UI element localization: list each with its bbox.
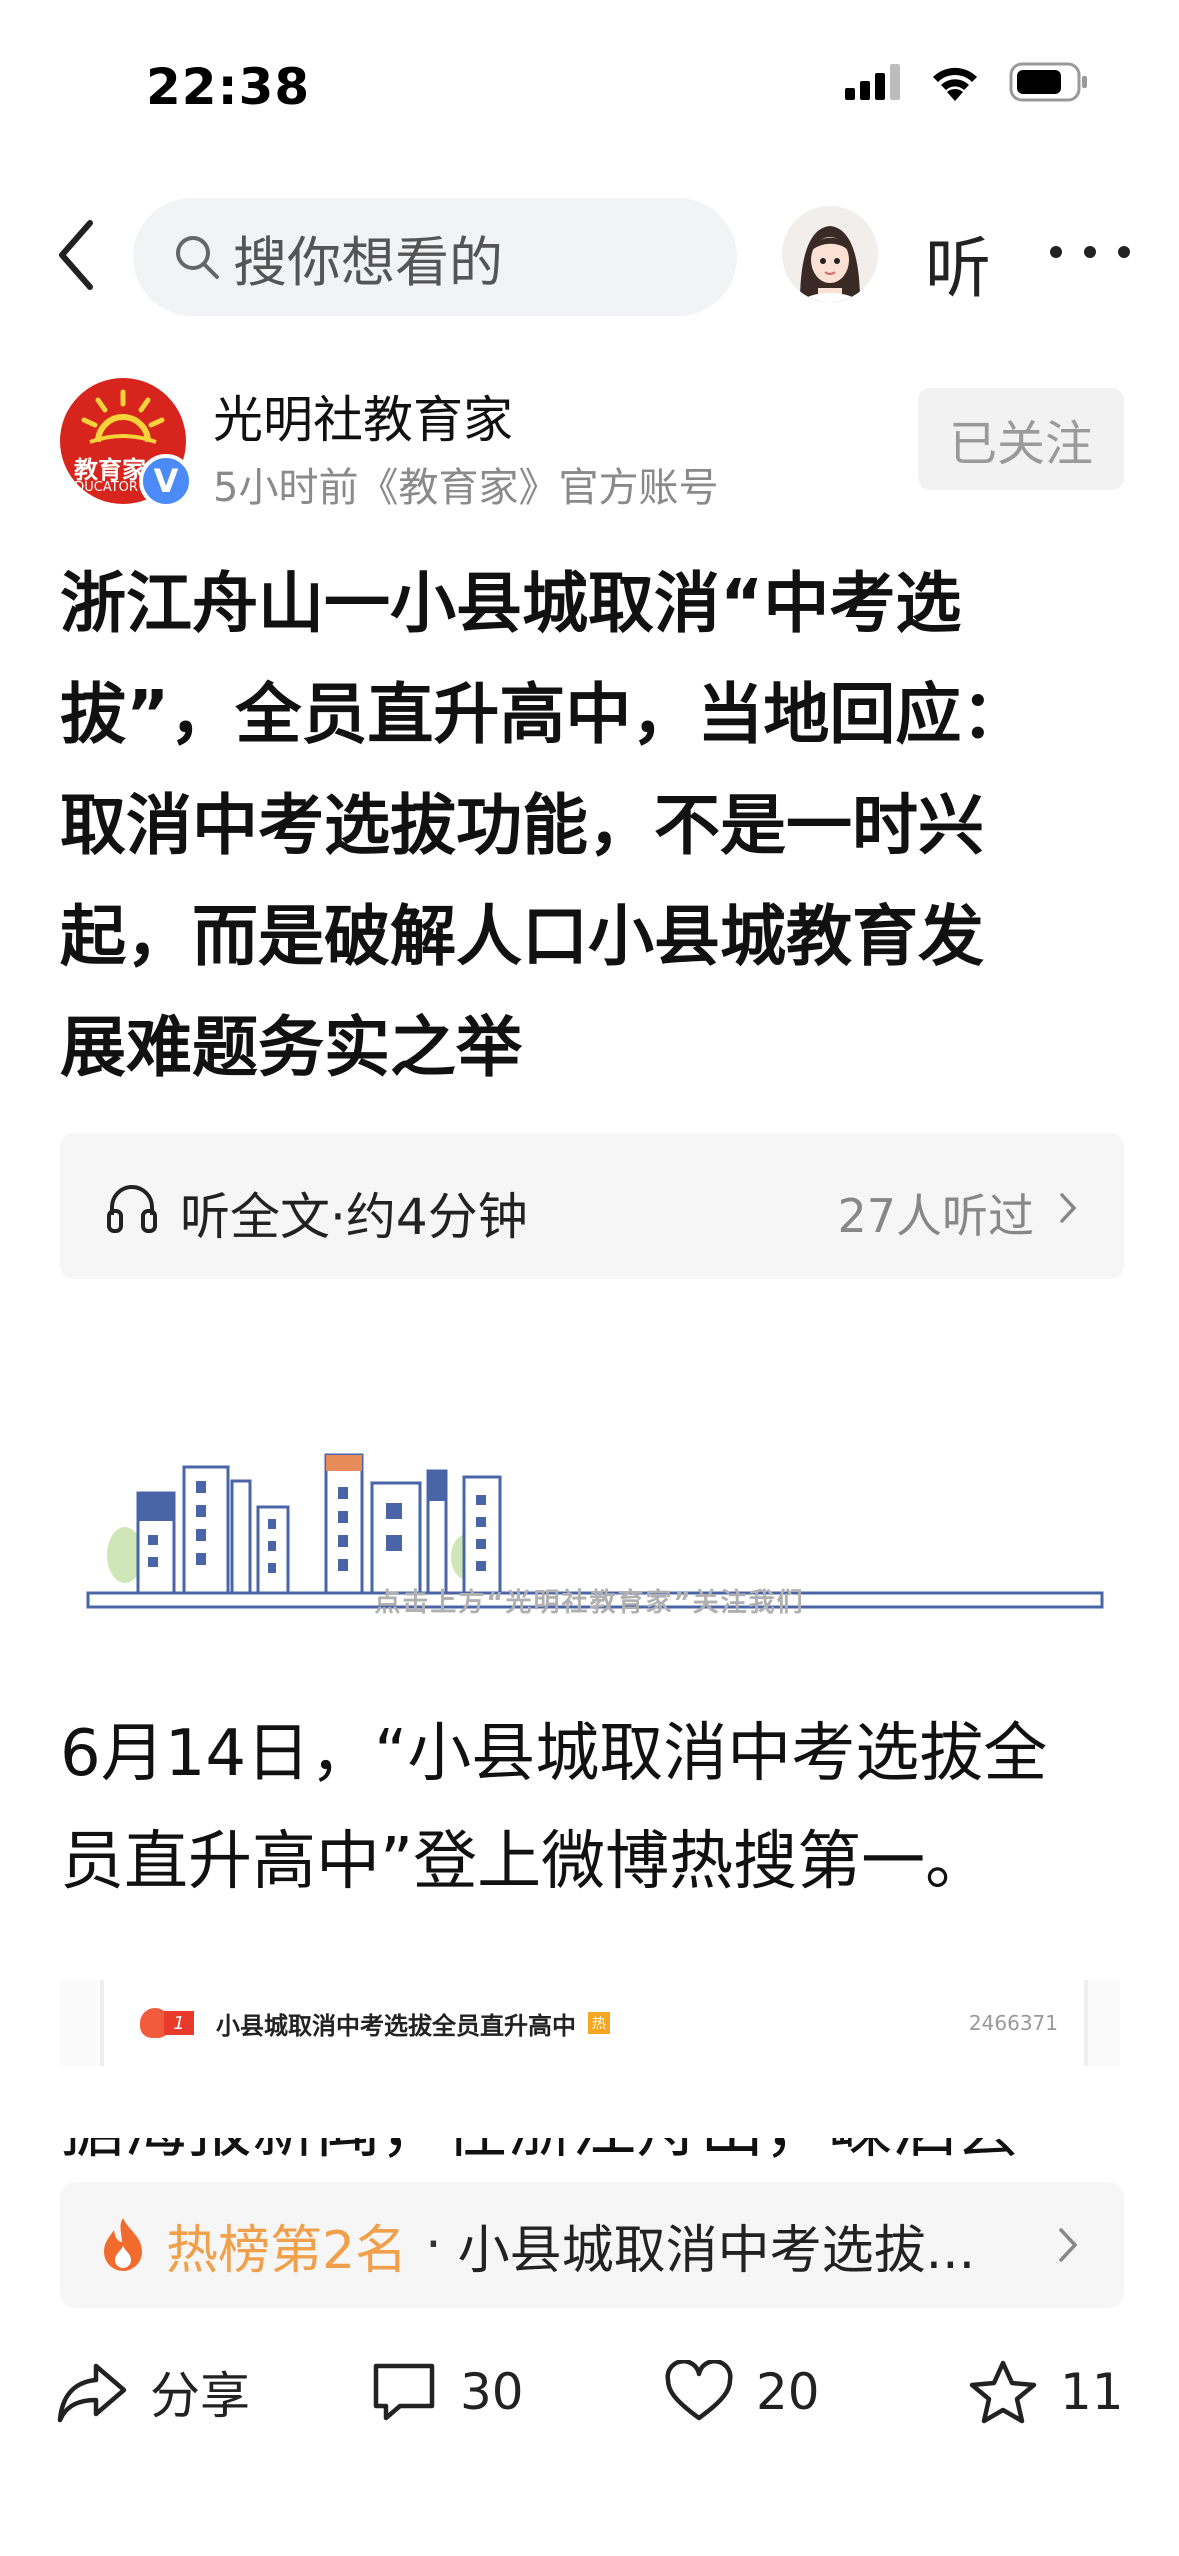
status-icons [845, 62, 1089, 102]
cellular-signal-icon [845, 64, 900, 100]
share-button[interactable]: 分享 [56, 2352, 250, 2432]
hot-rank: 1 [164, 2011, 194, 2035]
listen-label: 听全文·约4分钟 [180, 1188, 528, 1246]
favorite-button[interactable]: 11 [968, 2352, 1124, 2432]
wifi-icon [933, 67, 977, 101]
heart-icon [665, 2360, 733, 2421]
headphones-icon [107, 1185, 157, 1233]
search-input[interactable]: 搜你想看的 [133, 198, 737, 316]
favorite-count: 11 [1060, 2363, 1124, 2421]
follow-button[interactable]: 已关注 [918, 388, 1124, 490]
trending-banner[interactable]: 热榜第2名 · 小县城取消中考选拔... [60, 2182, 1124, 2308]
more-dot-icon [1084, 246, 1096, 258]
title-line: 展难题务实之举 [60, 1009, 522, 1086]
title-line: 起，而是破解人口小县城教育发 [60, 898, 984, 975]
search-placeholder: 搜你想看的 [233, 230, 503, 294]
illustration-caption: 点击上方“光明社教育家”关注我们 [374, 1588, 805, 1618]
chevron-left-icon [59, 220, 93, 290]
article-title: 浙江舟山一小县城取消“中考选 拔”，全员直升高中，当地回应： 取消中考选拔功能，… [60, 548, 1120, 1103]
partial-paragraph: 据海报新闻，在浙江舟山，嵊泗县 [60, 2138, 1140, 2172]
avatar-girl-icon [782, 206, 878, 302]
chevron-right-icon [1060, 1193, 1077, 1223]
listen-full-text-bar[interactable]: 听全文·约4分钟 27人听过 [60, 1133, 1124, 1279]
author-meta: 5小时前《教育家》官方账号 [213, 465, 719, 511]
hot-views: 2466371 [968, 2011, 1058, 2035]
more-dot-icon [1118, 246, 1130, 258]
status-time: 22:38 [146, 58, 311, 116]
fire-icon [104, 2218, 142, 2271]
trending-rank: 热榜第2名 [166, 2220, 408, 2281]
hot-tag: 热 [588, 2012, 610, 2034]
partial-line: 据海报新闻，在浙江舟山，嵊泗县 [60, 2138, 1140, 2172]
title-line: 拔”，全员直升高中，当地回应： [60, 676, 1028, 753]
verified-badge-icon: V [139, 454, 193, 508]
listen-count: 27人听过 [837, 1189, 1034, 1243]
trending-topic: 小县城取消中考选拔... [457, 2220, 976, 2281]
comment-icon [373, 2363, 435, 2421]
trending-separator: · [425, 2215, 442, 2275]
like-count: 20 [756, 2363, 820, 2421]
title-line: 取消中考选拔功能，不是一时兴 [60, 787, 984, 864]
listen-button[interactable]: 听 [925, 215, 991, 311]
hot-search-screenshot: 1 小县城取消中考选拔全员直升高中 热 2466371 [60, 1980, 1120, 2066]
article-paragraph: 6月14日，“小县城取消中考选拔全 员直升高中”登上微博热搜第一。 [60, 1700, 1130, 1916]
comment-count: 30 [460, 2363, 524, 2421]
more-button[interactable] [1050, 222, 1130, 282]
hot-search-card: 1 小县城取消中考选拔全员直升高中 热 2466371 [100, 1980, 1088, 2066]
chevron-right-icon [1059, 2228, 1078, 2262]
comment-button[interactable]: 30 [370, 2352, 524, 2432]
assistant-avatar[interactable] [782, 206, 878, 302]
like-button[interactable]: 20 [664, 2352, 820, 2432]
author-name[interactable]: 光明社教育家 [213, 380, 513, 452]
star-icon [969, 2360, 1037, 2424]
more-dot-icon [1050, 246, 1062, 258]
battery-icon [1009, 62, 1087, 102]
hot-search-text: 小县城取消中考选拔全员直升高中 [216, 2011, 576, 2040]
paragraph-line: 员直升高中”登上微博热搜第一。 [60, 1825, 990, 1899]
share-icon [57, 2363, 127, 2423]
back-button[interactable] [50, 215, 110, 295]
logo-subtext: EDUCATOR [66, 480, 138, 495]
title-line: 浙江舟山一小县城取消“中考选 [60, 565, 962, 642]
search-icon [176, 236, 219, 279]
paragraph-line: 6月14日，“小县城取消中考选拔全 [60, 1717, 1048, 1791]
share-label: 分享 [150, 2367, 250, 2425]
